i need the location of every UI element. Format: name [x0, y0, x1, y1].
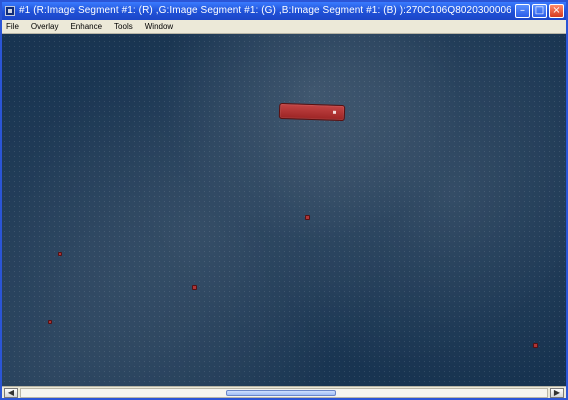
menu-window[interactable]: Window [144, 20, 174, 34]
red-target-blip [192, 285, 197, 290]
scroll-thumb[interactable] [226, 389, 336, 396]
image-view[interactable] [2, 34, 566, 390]
image-window: #1 (R:Image Segment #1: (R) ,G:Image Seg… [0, 0, 568, 400]
scroll-left-button[interactable]: ◀ [4, 387, 18, 398]
horizontal-scrollbar[interactable]: ◀ ▶ [2, 386, 566, 398]
scroll-right-button[interactable]: ▶ [550, 387, 564, 398]
menu-file[interactable]: File [5, 20, 20, 34]
red-target-blip [305, 215, 310, 220]
window-title: #1 (R:Image Segment #1: (R) ,G:Image Seg… [19, 5, 511, 16]
window-controls: – □ × [515, 4, 564, 18]
ship-target [278, 102, 346, 122]
menu-tools[interactable]: Tools [113, 20, 134, 34]
app-icon [5, 6, 15, 16]
scroll-track[interactable] [20, 387, 548, 398]
red-target-blip [58, 252, 62, 256]
image-texture-noise [2, 34, 566, 390]
minimize-button[interactable]: – [515, 4, 530, 18]
close-button[interactable]: × [549, 4, 564, 18]
menu-enhance[interactable]: Enhance [69, 20, 103, 34]
image-texture-haze [2, 34, 566, 390]
menu-bar: File Overlay Enhance Tools Window [2, 20, 566, 34]
menu-overlay[interactable]: Overlay [30, 20, 60, 34]
maximize-button[interactable]: □ [532, 4, 547, 18]
title-bar[interactable]: #1 (R:Image Segment #1: (R) ,G:Image Seg… [2, 2, 566, 20]
red-target-blip [533, 343, 538, 348]
red-target-blip [48, 320, 52, 324]
